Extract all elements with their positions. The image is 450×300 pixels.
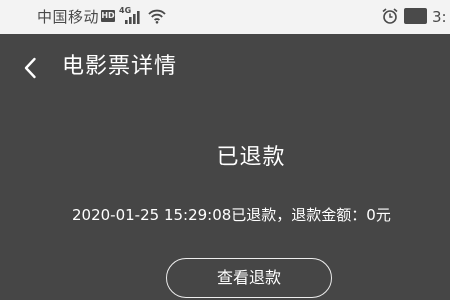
signal-icon (119, 9, 143, 29)
refund-info: 2020-01-25 15:29:08已退款，退款金额：0元 (72, 206, 391, 224)
wifi-icon (147, 8, 167, 28)
status-time: 3: (432, 8, 447, 26)
refund-status: 已退款 (216, 145, 286, 170)
alarm-icon (381, 7, 399, 29)
battery-icon (404, 8, 427, 24)
status-bar: 中国移动 HD 4G 3: (0, 0, 450, 34)
hd-badge: HD (101, 10, 115, 22)
nav-bar: 电影票详情 (0, 34, 450, 100)
page-title: 电影票详情 (62, 54, 178, 79)
back-button[interactable] (13, 48, 49, 86)
carrier-name: 中国移动 (37, 8, 100, 26)
view-refund-button[interactable]: 查看退款 (166, 258, 332, 298)
chevron-left-icon (24, 57, 36, 79)
